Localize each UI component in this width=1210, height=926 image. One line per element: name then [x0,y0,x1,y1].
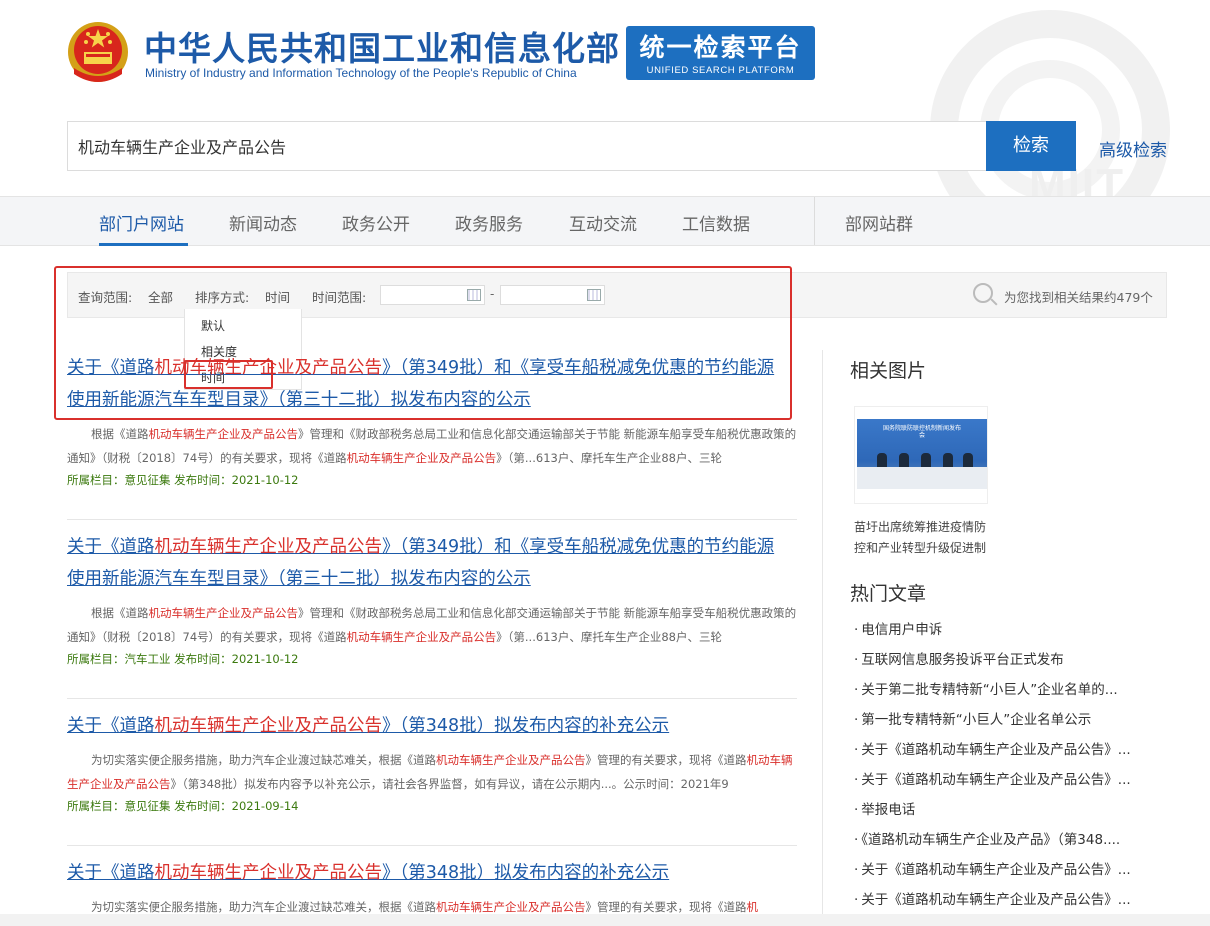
thumbnail-table [857,467,987,489]
highlight-box-time-option [184,360,273,389]
search-icon [973,283,993,303]
nav-divider [814,197,815,245]
search-button[interactable]: 检索 [986,121,1076,171]
related-image-thumbnail[interactable]: 国务院联防联控机制新闻发布会 [854,406,988,504]
title-text[interactable]: 关于《道路 [67,716,155,736]
result-meta: 所属栏目：意见征集 发布时间：2021-10-12 [67,473,299,487]
sidebar-divider [822,350,823,926]
thumbnail-banner-text: 国务院联防联控机制新闻发布会 [883,425,962,439]
search-input[interactable] [68,122,987,170]
title-keyword[interactable]: 机动车辆生产企业及产品公告 [155,716,383,736]
summary-text: 根据《道路 [91,606,149,620]
summary-text: 》（第...613户、摩托车生产企业88户、三轮 [496,630,722,644]
hot-article-link[interactable]: 关于《道路机动车辆生产企业及产品公告》... [854,888,1166,908]
result-separator [67,845,797,846]
nav-item-gov-services[interactable]: 政务服务 [455,210,523,235]
summary-text: 》（第348批）拟发布内容予以补充公示，请社会各界监督，如有异议，请在公示期内.… [170,777,729,791]
result-title[interactable]: 关于《道路机动车辆生产企业及产品公告》（第348批）拟发布内容的补充公示 [67,710,797,742]
nav-item-news[interactable]: 新闻动态 [229,210,297,235]
nav-item-interaction[interactable]: 互动交流 [569,210,637,235]
result-separator [67,698,797,699]
hot-article-link[interactable]: 第一批专精特新“小巨人”企业名单公示 [854,708,1166,728]
platform-badge: 统一检索平台 UNIFIED SEARCH PLATFORM [626,26,815,80]
national-emblem-icon[interactable] [66,20,130,86]
brand-title-en: Ministry of Industry and Information Tec… [145,66,577,80]
platform-title-cn: 统一检索平台 [639,33,802,62]
hot-article-link[interactable]: 关于第二批专精特新“小巨人”企业名单的... [854,678,1166,698]
result-summary: 为切实落实便企服务措施，助力汽车企业渡过缺芯难关，根据《道路机动车辆生产企业及产… [67,748,797,796]
search-box [67,121,987,171]
summary-keyword: 机动车辆生产企业及产品公告 [148,427,299,441]
nav-item-data[interactable]: 工信数据 [682,210,750,235]
hot-article-link[interactable]: 关于《道路机动车辆生产企业及产品公告》... [854,858,1166,878]
title-keyword[interactable]: 机动车辆生产企业及产品公告 [155,537,383,557]
summary-text: 为切实落实便企服务措施，助力汽车企业渡过缺芯难关，根据《道路 [91,900,436,914]
nav-item-gov-affairs[interactable]: 政务公开 [342,210,410,235]
hot-article-link[interactable]: 举报电话 [854,798,1166,818]
brand-title-cn[interactable]: 中华人民共和国工业和信息化部 [144,22,620,70]
summary-text: 》（第...613户、摩托车生产企业88户、三轮 [496,451,722,465]
summary-keyword: 机动车辆生产企业及产品公告 [436,753,586,767]
summary-keyword: 机动车辆生产企业及产品公告 [346,451,497,465]
summary-keyword: 机动车辆生产企业及产品公告 [436,900,586,914]
result-title[interactable]: 关于《道路机动车辆生产企业及产品公告》（第349批）和《享受车船税减免优惠的节约… [67,531,797,595]
title-text[interactable]: 》（第348批）拟发布内容的补充公示 [382,716,669,736]
hot-articles-title: 热门文章 [850,583,927,605]
result-item: 关于《道路机动车辆生产企业及产品公告》（第349批）和《享受车船税减免优惠的节约… [67,531,797,667]
result-summary: 根据《道路机动车辆生产企业及产品公告》管理和《财政部税务总局工业和信息化部交通运… [67,422,797,470]
hot-article-link[interactable]: 《道路机动车辆生产企业及产品》（第348.... [854,828,1166,848]
summary-keyword: 机动车辆生产企业及产品公告 [148,606,299,620]
header: MIIT 中华人民共和国工业和信息化部 Ministry of Industry… [0,0,1210,196]
platform-title-en: UNIFIED SEARCH PLATFORM [646,65,795,76]
summary-text: 》管理的有关要求，现将《道路 [585,900,747,914]
title-text[interactable]: 关于《道路 [67,863,155,883]
summary-text: 为切实落实便企服务措施，助力汽车企业渡过缺芯难关，根据《道路 [91,753,436,767]
result-separator [67,519,797,520]
horizontal-scrollbar[interactable] [0,914,1210,926]
summary-keyword: 机动车辆生产企业及产品公告 [346,630,497,644]
advanced-search-link[interactable]: 高级检索 [1099,136,1167,161]
title-text[interactable]: 关于《道路 [67,537,155,557]
hot-article-link[interactable]: 关于《道路机动车辆生产企业及产品公告》... [854,768,1166,788]
related-image-caption[interactable]: 苗圩出席统筹推进疫情防控和产业转型升级促进制 [854,517,994,559]
result-count: 为您找到相关结果约479个 [1004,290,1153,305]
summary-text: 根据《道路 [91,427,149,441]
summary-text: 》管理的有关要求，现将《道路 [585,753,747,767]
result-meta: 所属栏目：汽车工业 发布时间：2021-10-12 [67,652,299,666]
nav-item-portal[interactable]: 部门户网站 [99,210,184,235]
result-item: 关于《道路机动车辆生产企业及产品公告》（第348批）拟发布内容的补充公示 为切实… [67,857,797,919]
nav-item-site-group[interactable]: 部网站群 [845,210,913,235]
hot-article-link[interactable]: 关于《道路机动车辆生产企业及产品公告》... [854,738,1166,758]
title-text[interactable]: 》（第348批）拟发布内容的补充公示 [382,863,669,883]
result-title[interactable]: 关于《道路机动车辆生产企业及产品公告》（第348批）拟发布内容的补充公示 [67,857,797,889]
result-meta: 所属栏目：意见征集 发布时间：2021-09-14 [67,799,299,813]
result-item: 关于《道路机动车辆生产企业及产品公告》（第348批）拟发布内容的补充公示 为切实… [67,710,797,814]
result-summary: 根据《道路机动车辆生产企业及产品公告》管理和《财政部税务总局工业和信息化部交通运… [67,601,797,649]
main-nav: 部门户网站 新闻动态 政务公开 政务服务 互动交流 工信数据 部网站群 [0,196,1210,246]
related-images-title: 相关图片 [850,360,927,382]
highlight-box-filter [54,266,792,420]
title-keyword[interactable]: 机动车辆生产企业及产品公告 [155,863,383,883]
summary-keyword: 机 [746,900,759,914]
hot-article-link[interactable]: 互联网信息服务投诉平台正式发布 [854,648,1166,668]
hot-article-link[interactable]: 电信用户申诉 [854,618,1166,638]
nav-active-underline [99,243,188,246]
